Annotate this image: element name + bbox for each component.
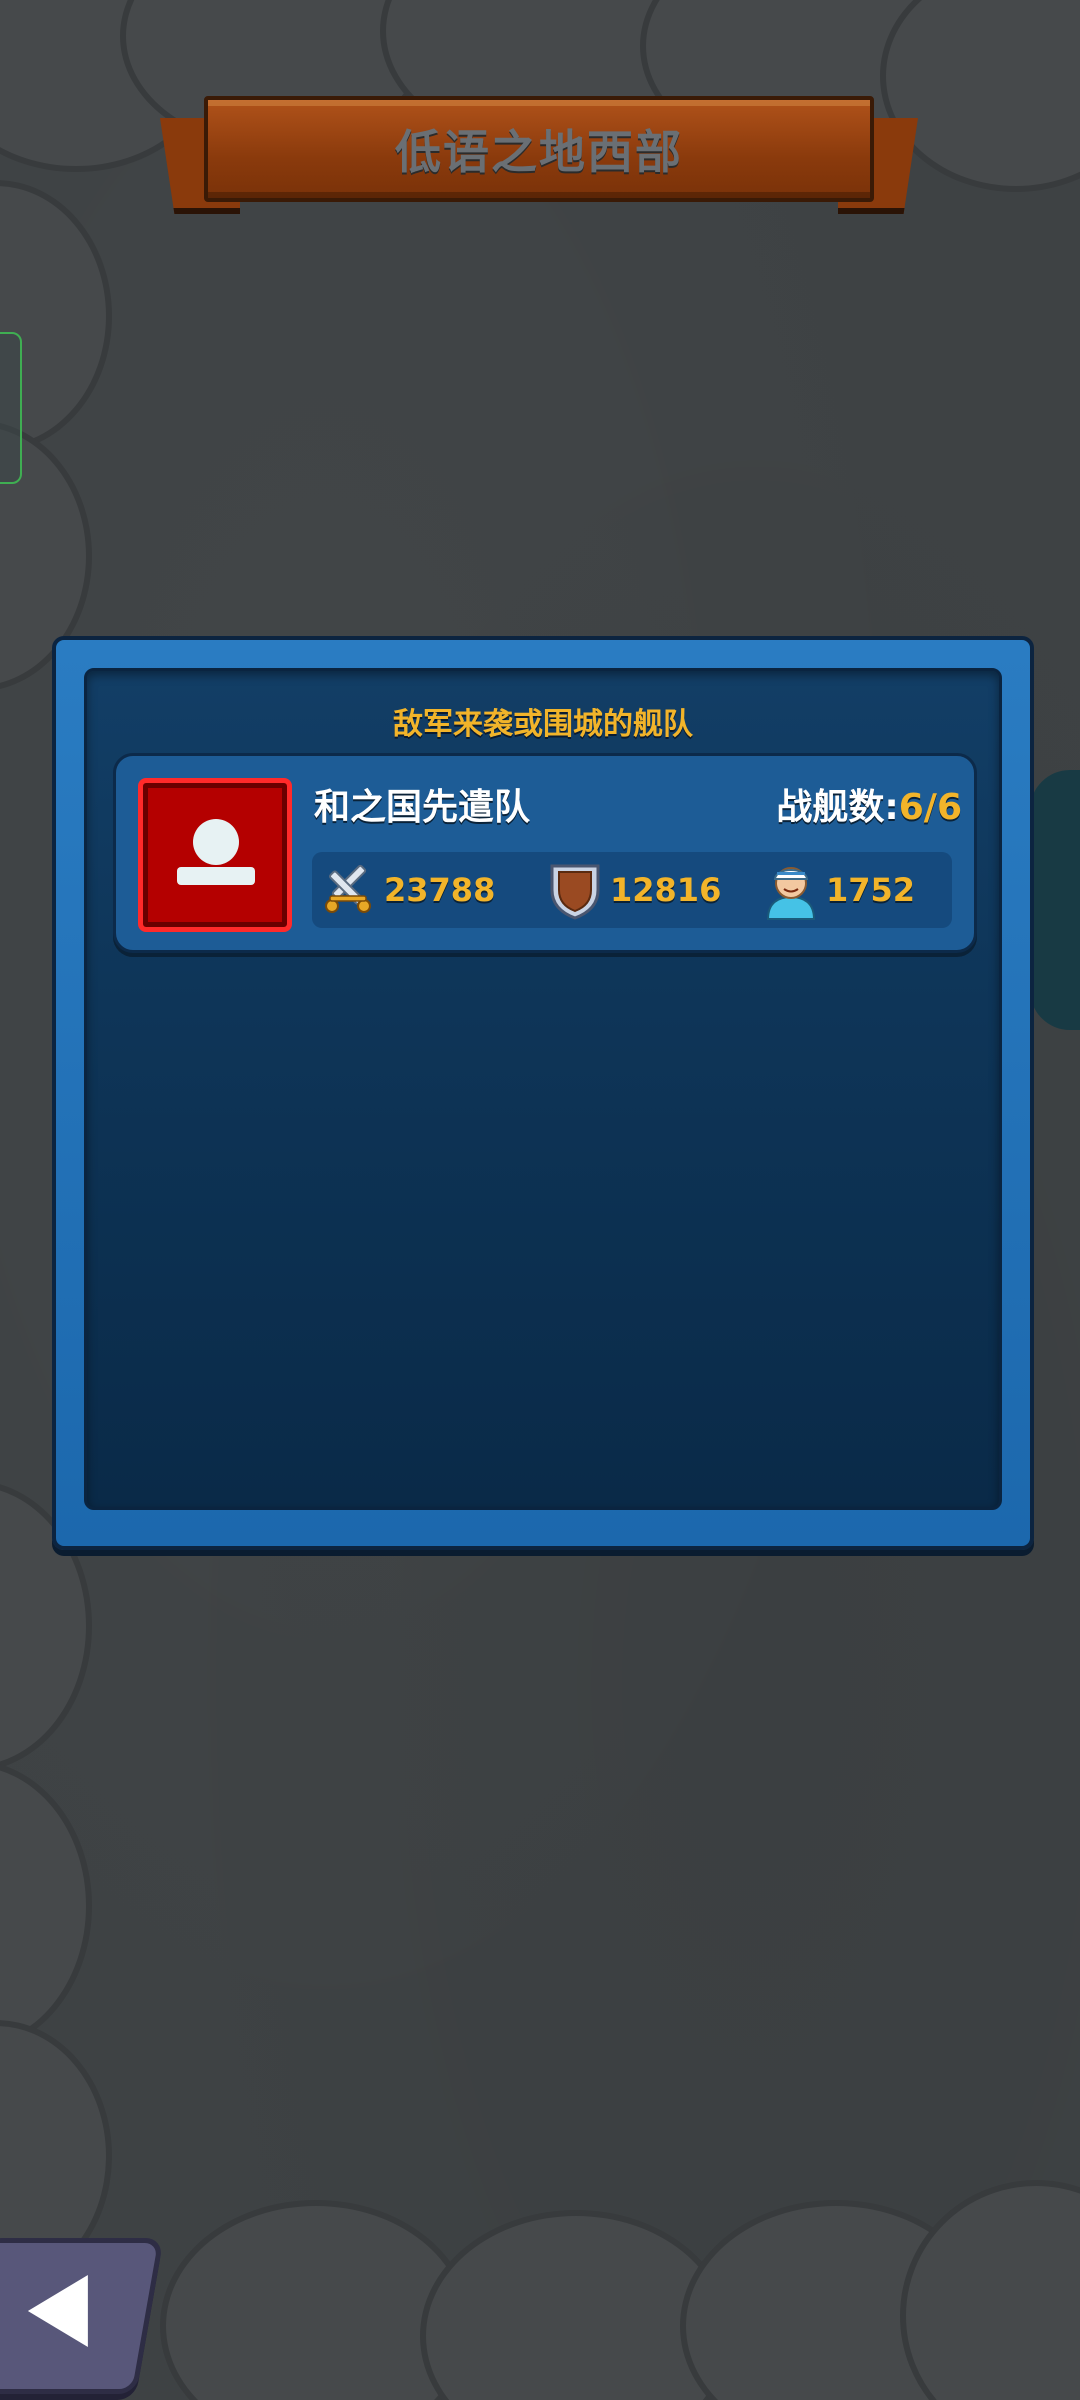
crew-value: 1752 [826, 871, 916, 909]
ship-count-value: 6/6 [898, 787, 962, 828]
fleet-card[interactable]: 和之国先遣队 战舰数:6/6 23788 12816 1752 [113, 753, 977, 953]
attack-value: 23788 [384, 871, 496, 909]
crossed-swords-icon [318, 860, 378, 920]
ship-count: 战舰数:6/6 [776, 778, 962, 830]
ship-count-label: 战舰数: [776, 787, 899, 828]
defense-stat: 12816 [546, 852, 721, 928]
map-terrain-edge [1030, 770, 1080, 1030]
fleet-panel: 敌军来袭或围城的舰队 和之国先遣队 战舰数:6/6 23788 12816 17… [52, 636, 1034, 1550]
crew-stat: 1752 [762, 852, 915, 928]
side-tab[interactable] [0, 332, 22, 484]
sailor-icon [762, 859, 820, 921]
user-silhouette-icon [138, 778, 292, 932]
fleet-list: 敌军来袭或围城的舰队 和之国先遣队 战舰数:6/6 23788 12816 17… [84, 668, 1002, 1510]
title-banner: 低语之地西部 [160, 96, 918, 216]
panel-heading: 敌军来袭或围城的舰队 [393, 707, 693, 742]
banner-main: 低语之地西部 [204, 96, 874, 202]
shield-icon [546, 860, 604, 920]
page-title: 低语之地西部 [395, 125, 683, 179]
defense-value: 12816 [610, 871, 722, 909]
back-arrow-icon [27, 2275, 88, 2347]
fleet-name: 和之国先遣队 [314, 787, 531, 828]
back-button[interactable] [0, 2238, 164, 2394]
fleet-stats: 23788 12816 1752 [312, 852, 952, 928]
attack-stat: 23788 [318, 852, 495, 928]
